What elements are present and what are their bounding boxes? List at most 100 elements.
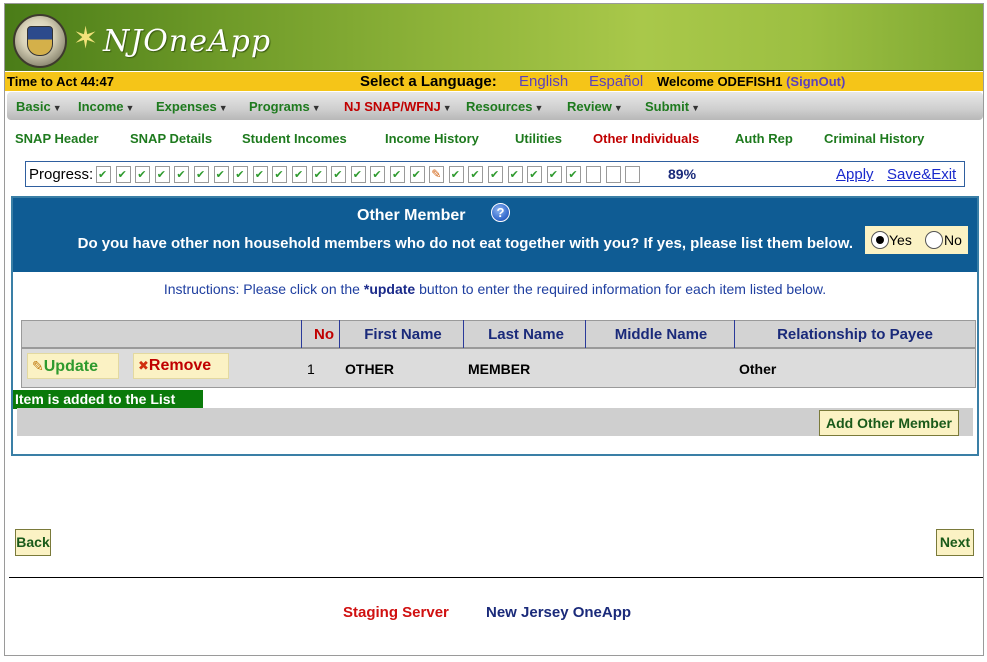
chevron-down-icon: ▼ bbox=[613, 103, 623, 113]
footer-app-name: New Jersey OneApp bbox=[486, 604, 632, 621]
progress-bar: Progress: 89% Apply Save&Exit bbox=[25, 161, 965, 187]
progress-step-empty bbox=[605, 166, 621, 183]
progress-step-done bbox=[409, 166, 425, 183]
menu-resources-label: Resources bbox=[466, 99, 533, 114]
nj-state-seal-logo bbox=[13, 14, 67, 68]
app-window: ✶ NJOneApp Time to Act 44:47 Select a La… bbox=[4, 3, 984, 656]
progress-step-done bbox=[311, 166, 327, 183]
subtab-snap-header[interactable]: SNAP Header bbox=[15, 131, 99, 146]
progress-percent: 89% bbox=[668, 166, 697, 182]
progress-step-empty bbox=[625, 166, 641, 183]
progress-step-done bbox=[115, 166, 131, 183]
subtab-auth-rep[interactable]: Auth Rep bbox=[735, 131, 793, 146]
progress-step-done bbox=[488, 166, 503, 183]
yes-label: Yes bbox=[889, 232, 912, 248]
chevron-down-icon: ▼ bbox=[218, 103, 228, 113]
subtab-criminal-history[interactable]: Criminal History bbox=[824, 131, 924, 146]
column-middle-name: Middle Name bbox=[614, 326, 708, 343]
menu-review-label: Review bbox=[567, 99, 612, 114]
menu-review[interactable]: Review ▼ bbox=[567, 99, 623, 114]
language-spanish-link[interactable]: Español bbox=[589, 73, 643, 90]
update-label: Update bbox=[43, 358, 98, 375]
panel-title: Other Member bbox=[357, 207, 466, 224]
menu-submit[interactable]: Submit ▼ bbox=[645, 99, 700, 114]
main-menu: Basic ▼ Income ▼ Expenses ▼ Programs ▼ NJ SN… bbox=[7, 92, 983, 120]
header-banner: ✶ NJOneApp bbox=[5, 4, 983, 71]
close-icon: ✖ bbox=[138, 358, 149, 373]
cell-relationship: Other bbox=[739, 361, 777, 377]
seal-shield-icon bbox=[27, 26, 53, 56]
apply-link[interactable]: Apply bbox=[836, 166, 874, 183]
progress-step-done bbox=[272, 166, 288, 183]
subtab-snap-details[interactable]: SNAP Details bbox=[130, 131, 212, 146]
progress-step-done bbox=[546, 166, 562, 183]
cell-no: 1 bbox=[307, 361, 315, 377]
welcome-user: Welcome ODEFISH1 bbox=[657, 74, 783, 89]
menu-programs-label: Programs bbox=[249, 99, 310, 114]
menu-resources[interactable]: Resources ▼ bbox=[466, 99, 543, 114]
chevron-down-icon: ▼ bbox=[534, 103, 544, 113]
progress-step-done bbox=[135, 166, 151, 183]
progress-label: Progress: bbox=[29, 166, 94, 183]
instructions-text: Instructions: Please click on the *updat… bbox=[13, 281, 977, 297]
menu-expenses-label: Expenses bbox=[156, 99, 217, 114]
menu-nj-snap-wfnj-label: NJ SNAP/WFNJ bbox=[344, 99, 441, 114]
update-button[interactable]: ✎Update bbox=[27, 353, 119, 379]
no-radio[interactable] bbox=[925, 231, 943, 249]
back-button[interactable]: Back bbox=[15, 529, 51, 556]
star-icon: ✶ bbox=[73, 22, 99, 55]
menu-nj-snap-wfnj[interactable]: NJ SNAP/WFNJ ▼ bbox=[344, 99, 452, 114]
progress-step-done bbox=[292, 166, 307, 183]
instructions-suffix: button to enter the required information… bbox=[415, 281, 827, 297]
subtab-utilities[interactable]: Utilities bbox=[515, 131, 562, 146]
column-first-name: First Name bbox=[364, 326, 442, 343]
column-relationship: Relationship to Payee bbox=[777, 326, 933, 343]
cell-first-name: OTHER bbox=[345, 361, 394, 377]
instructions-prefix: Instructions: Please click on the bbox=[163, 281, 364, 297]
question-text: Do you have other non household members … bbox=[77, 235, 853, 252]
menu-income-label: Income bbox=[78, 99, 124, 114]
progress-step-done bbox=[507, 166, 523, 183]
remove-button[interactable]: ✖Remove bbox=[133, 353, 229, 379]
other-member-panel: Other Member ? Do you have other non hou… bbox=[11, 196, 979, 456]
menu-programs[interactable]: Programs ▼ bbox=[249, 99, 321, 114]
instructions-keyword: *update bbox=[363, 281, 416, 297]
no-label: No bbox=[944, 232, 962, 248]
cell-last-name: MEMBER bbox=[468, 361, 531, 377]
subtab-student-incomes[interactable]: Student Incomes bbox=[242, 131, 347, 146]
next-button[interactable]: Next bbox=[936, 529, 974, 556]
progress-step-done bbox=[233, 166, 249, 183]
language-english-link[interactable]: English bbox=[519, 73, 568, 90]
chevron-down-icon: ▼ bbox=[311, 103, 321, 113]
progress-step-done bbox=[96, 166, 111, 183]
menu-income[interactable]: Income ▼ bbox=[78, 99, 134, 114]
save-exit-link[interactable]: Save&Exit bbox=[887, 166, 956, 183]
footer-divider bbox=[9, 577, 983, 578]
remove-label: Remove bbox=[148, 357, 212, 374]
subtab-income-history[interactable]: Income History bbox=[385, 131, 479, 146]
progress-step-empty bbox=[586, 166, 601, 183]
yes-no-group: Yes No bbox=[865, 226, 968, 254]
progress-step-done bbox=[154, 166, 170, 183]
progress-step-done bbox=[174, 166, 190, 183]
language-label: Select a Language: bbox=[360, 73, 497, 90]
help-icon[interactable]: ? bbox=[491, 203, 510, 222]
signout-link[interactable]: (SignOut) bbox=[786, 74, 845, 89]
progress-step-done bbox=[566, 166, 582, 183]
progress-step-done bbox=[448, 166, 464, 183]
chevron-down-icon: ▼ bbox=[691, 103, 700, 113]
footer-staging-label: Staging Server bbox=[343, 604, 449, 621]
progress-step-done bbox=[370, 166, 386, 183]
table-row: ✎Update ✖Remove 1 OTHER MEMBER Other bbox=[21, 348, 976, 388]
chevron-down-icon: ▼ bbox=[442, 103, 452, 113]
menu-expenses[interactable]: Expenses ▼ bbox=[156, 99, 228, 114]
add-other-member-button[interactable]: Add Other Member bbox=[819, 410, 959, 436]
yes-radio[interactable] bbox=[871, 231, 889, 249]
panel-header: Other Member ? Do you have other non hou… bbox=[13, 198, 977, 272]
chevron-down-icon: ▼ bbox=[52, 103, 62, 113]
info-bar: Time to Act 44:47 Select a Language: Eng… bbox=[5, 72, 983, 91]
menu-basic[interactable]: Basic ▼ bbox=[16, 99, 62, 114]
progress-step-done bbox=[331, 166, 347, 183]
subtab-other-individuals[interactable]: Other Individuals bbox=[593, 131, 699, 146]
column-no: No bbox=[314, 326, 334, 343]
